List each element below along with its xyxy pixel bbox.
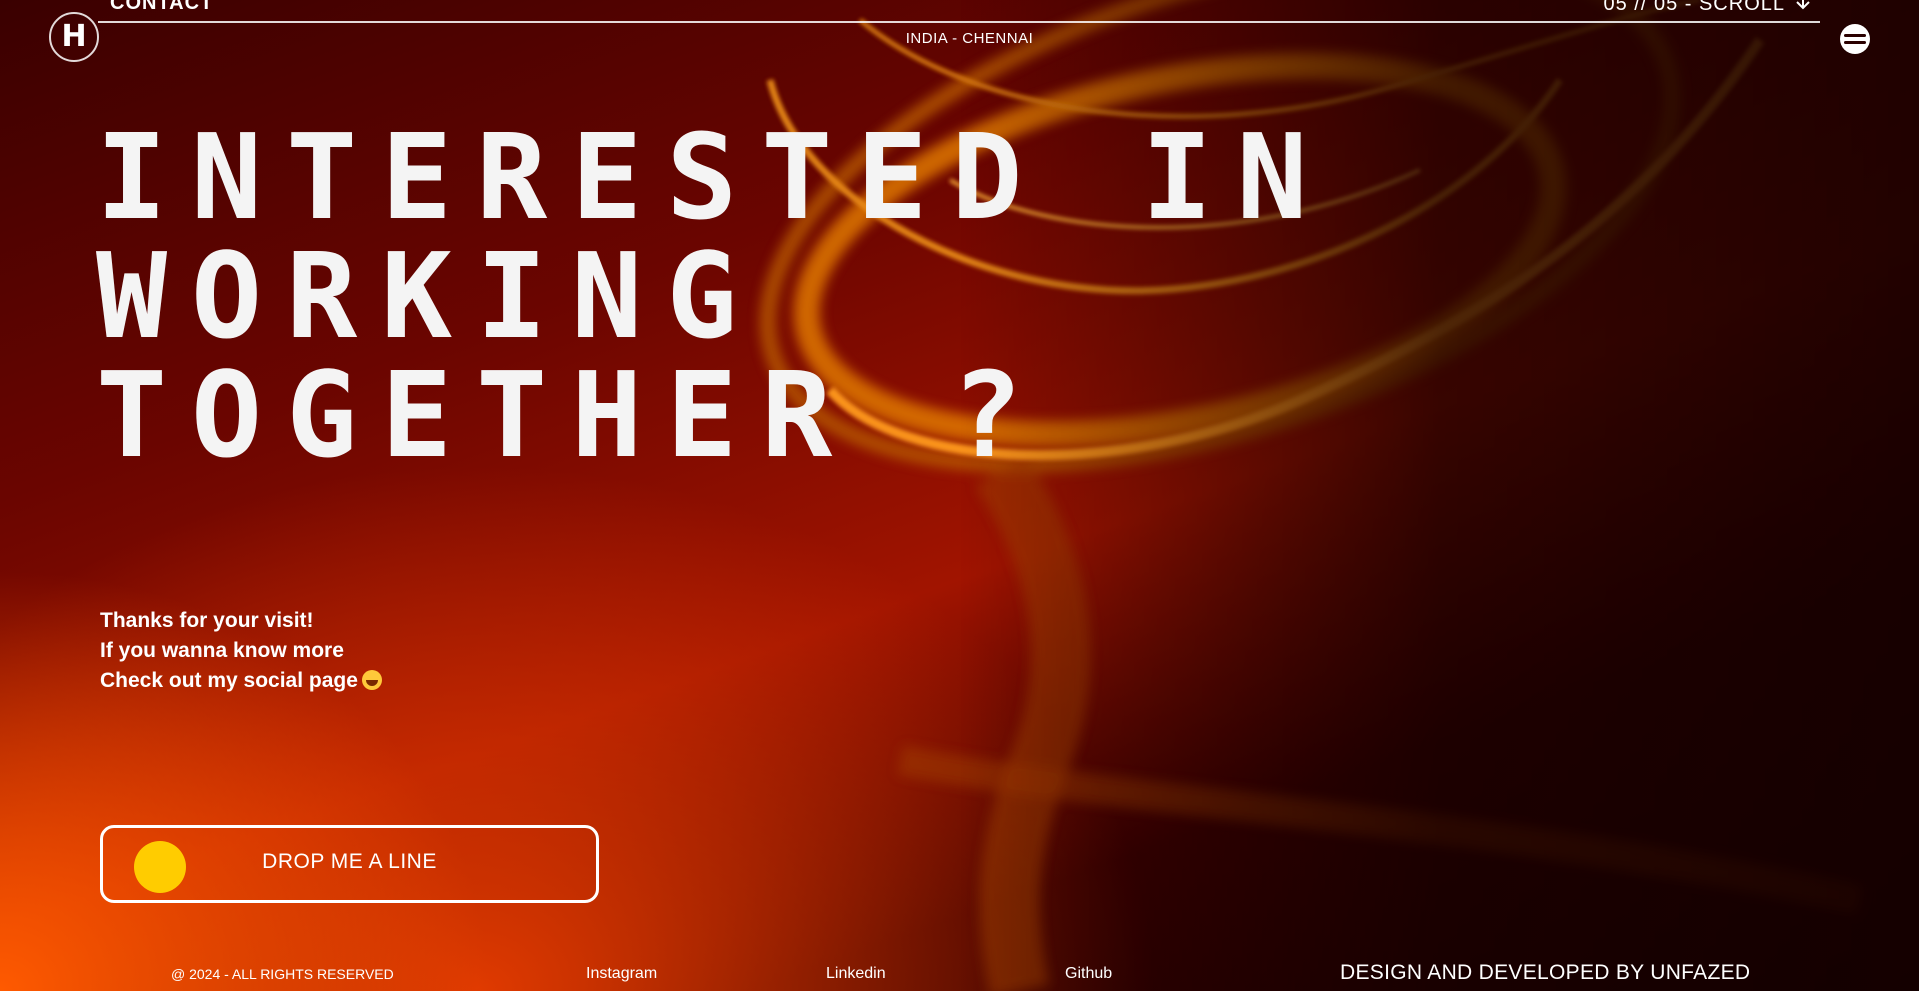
message-line-3-text: Check out my social page — [100, 669, 358, 692]
instagram-link[interactable]: Instagram — [586, 965, 657, 983]
cta-label: DROP ME A LINE — [262, 850, 437, 873]
github-link[interactable]: Github — [1065, 965, 1112, 983]
hamburger-icon-bar — [1844, 41, 1866, 44]
drop-me-a-line-button[interactable]: DROP ME A LINE — [100, 825, 599, 903]
scroll-indicator[interactable]: 05 // 05 - SCROLL — [1603, 0, 1811, 16]
location-label: INDIA - CHENNAI — [905, 30, 1034, 47]
message-line-2: If you wanna know more — [100, 639, 344, 662]
hamburger-icon — [1844, 34, 1866, 37]
linkedin-link[interactable]: Linkedin — [826, 965, 886, 983]
headline-line-2: WORKING — [96, 227, 762, 365]
arrow-down-icon — [1795, 0, 1811, 16]
menu-button[interactable] — [1840, 24, 1870, 54]
section-title: CONTACT — [110, 0, 214, 14]
copyright-text: @ 2024 - ALL RIGHTS RESERVED — [171, 966, 394, 982]
message-line-1: Thanks for your visit! — [100, 609, 314, 632]
thanks-message: Thanks for your visit! If you wanna know… — [100, 606, 382, 696]
message-line-3: Check out my social page — [100, 666, 382, 696]
page-headline: INTERESTED IN WORKING TOGETHER ? — [96, 118, 1332, 475]
grinning-face-icon — [361, 670, 382, 690]
design-credit: DESIGN AND DEVELOPED BY UNFAZED — [1340, 961, 1751, 984]
scroll-text: 05 // 05 - SCROLL — [1603, 0, 1785, 15]
headline-line-1: INTERESTED IN — [96, 108, 1332, 246]
header-divider — [98, 21, 1820, 23]
headline-line-3: TOGETHER ? — [96, 346, 1047, 484]
